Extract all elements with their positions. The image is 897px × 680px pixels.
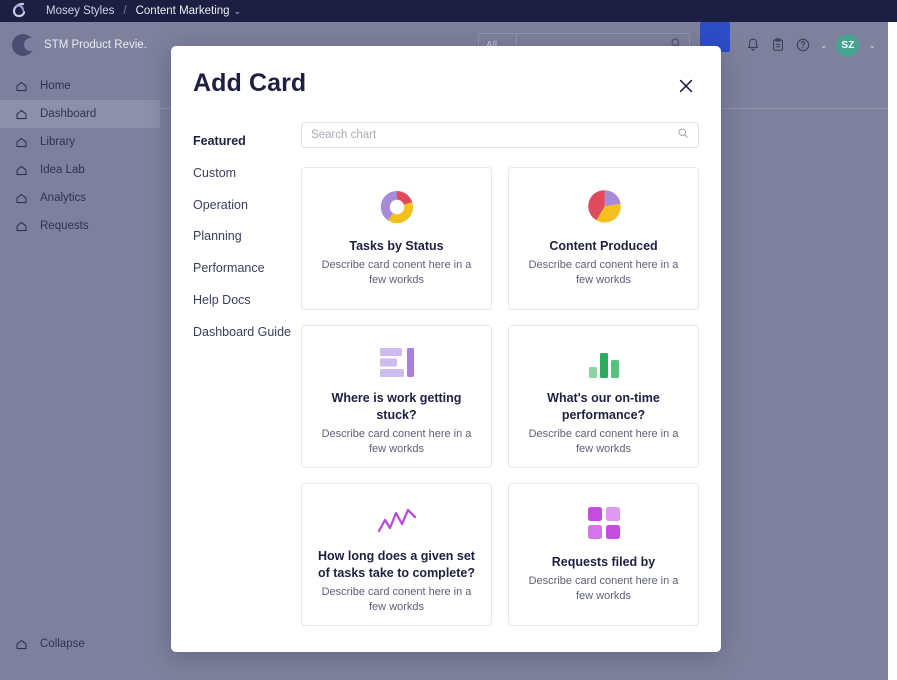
home-icon: [14, 163, 28, 177]
chart-card-description: Describe card conent here in a few workd…: [321, 427, 472, 455]
chart-card-description: Describe card conent here in a few workd…: [321, 258, 472, 287]
home-icon: [14, 637, 28, 651]
chart-card-title: Tasks by Status: [349, 239, 444, 253]
chart-card-grid: Tasks by Status Describe card conent her…: [301, 167, 699, 626]
chart-card-description: Describe card conent here in a few workd…: [528, 258, 679, 287]
chart-card-title: Content Produced: [549, 239, 658, 253]
modal-title: Add Card: [193, 69, 307, 97]
sidebar-item-label: Dashboard: [40, 108, 97, 120]
grid-squares-icon: [585, 498, 623, 548]
category-item-dashboard-guide[interactable]: Dashboard Guide: [193, 317, 301, 349]
category-list: Featured Custom Operation Planning Perfo…: [193, 122, 301, 626]
sidebar-item-home[interactable]: Home: [0, 72, 160, 100]
breadcrumb-current[interactable]: Content Marketing ⌄: [136, 5, 242, 17]
sidebar: STM Product Revie... Home Dashboard Libr…: [0, 22, 160, 680]
breadcrumb-separator: /: [123, 5, 127, 17]
breadcrumb-current-label: Content Marketing: [135, 5, 230, 17]
sidebar-collapse-wrapper: Collapse: [0, 630, 160, 658]
chevron-down-icon[interactable]: ⌄: [868, 40, 876, 51]
chart-card-whats-our-on-time-performance[interactable]: What's our on-time performance? Describe…: [508, 325, 699, 468]
sidebar-item-label: Home: [40, 80, 71, 92]
category-item-performance[interactable]: Performance: [193, 253, 301, 285]
chart-card-content-produced[interactable]: Content Produced Describe card conent he…: [508, 167, 699, 310]
app-root: Mosey Styles / Content Marketing ⌄ STM Pr…: [0, 0, 897, 680]
sidebar-collapse-label: Collapse: [40, 638, 85, 650]
link-logo-icon[interactable]: [0, 0, 40, 22]
sidebar-item-label: Library: [40, 136, 76, 148]
clipboard-icon[interactable]: [770, 37, 786, 53]
bell-icon[interactable]: [745, 37, 761, 53]
home-icon: [14, 219, 28, 233]
chart-card-where-is-work-getting-stuck[interactable]: Where is work getting stuck? Describe ca…: [301, 325, 492, 468]
chart-panel: Tasks by Status Describe card conent her…: [301, 122, 699, 626]
horizontal-bar-chart-icon: [376, 340, 418, 384]
sidebar-item-library[interactable]: Library: [0, 128, 160, 156]
chart-card-how-long-does-a-given-set-of-tasks-take-to-complete[interactable]: How long does a given set of tasks take …: [301, 483, 492, 626]
top-bar: Mosey Styles / Content Marketing ⌄: [0, 0, 897, 22]
chevron-down-icon[interactable]: ⌄: [234, 6, 242, 17]
help-circle-icon[interactable]: [795, 37, 811, 53]
search-icon[interactable]: [677, 126, 689, 144]
chart-card-title: What's our on-time performance?: [547, 390, 660, 422]
sidebar-nav-list: Home Dashboard Library Idea Lab Analytic…: [0, 72, 160, 240]
category-item-planning[interactable]: Planning: [193, 221, 301, 253]
line-chart-icon: [375, 498, 419, 542]
chart-card-title: How long does a given set of tasks take …: [318, 548, 475, 580]
vertical-bar-chart-icon: [584, 340, 624, 384]
category-item-featured[interactable]: Featured: [193, 126, 301, 158]
home-icon: [14, 135, 28, 149]
chart-card-title: Where is work getting stuck?: [331, 390, 462, 422]
workspace-avatar: [12, 34, 34, 56]
sidebar-collapse-button[interactable]: Collapse: [0, 630, 160, 658]
category-item-operation[interactable]: Operation: [193, 190, 301, 222]
sidebar-item-idea-lab[interactable]: Idea Lab: [0, 156, 160, 184]
close-icon[interactable]: [675, 75, 697, 97]
pie-chart-icon: [584, 182, 624, 232]
category-item-help-docs[interactable]: Help Docs: [193, 285, 301, 317]
workspace-name: STM Product Revie...: [44, 39, 148, 51]
home-icon: [14, 107, 28, 121]
chart-card-description: Describe card conent here in a few workd…: [321, 585, 472, 613]
right-edge-panel: [888, 22, 897, 680]
chevron-down-icon[interactable]: ⌄: [820, 40, 828, 51]
sidebar-item-label: Analytics: [40, 192, 87, 204]
modal-body: Featured Custom Operation Planning Perfo…: [171, 98, 721, 626]
category-item-custom[interactable]: Custom: [193, 158, 301, 190]
sidebar-item-requests[interactable]: Requests: [0, 212, 160, 240]
breadcrumb-workspace[interactable]: Mosey Styles: [46, 5, 114, 17]
breadcrumb: Mosey Styles / Content Marketing ⌄: [46, 5, 241, 17]
chart-card-title: Requests filed by: [551, 555, 656, 569]
home-icon: [14, 191, 28, 205]
sidebar-item-label: Requests: [40, 220, 89, 232]
chart-card-description: Describe card conent here in a few workd…: [528, 427, 679, 455]
chart-card-description: Describe card conent here in a few workd…: [528, 574, 679, 603]
donut-chart-icon: [377, 182, 417, 232]
avatar[interactable]: SZ: [836, 33, 860, 57]
chart-card-requests-filed-by[interactable]: Requests filed by Describe card conent h…: [508, 483, 699, 626]
chart-search-box[interactable]: [301, 122, 699, 148]
add-card-modal: Add Card Featured Custom Operation Plann…: [171, 46, 721, 652]
sidebar-item-label: Idea Lab: [40, 164, 85, 176]
chart-search-input[interactable]: [311, 129, 677, 141]
home-icon: [14, 79, 28, 93]
sidebar-item-dashboard[interactable]: Dashboard: [0, 100, 160, 128]
modal-header: Add Card: [171, 46, 721, 98]
sidebar-item-analytics[interactable]: Analytics: [0, 184, 160, 212]
workspace-switcher[interactable]: STM Product Revie...: [0, 22, 160, 70]
chart-card-tasks-by-status[interactable]: Tasks by Status Describe card conent her…: [301, 167, 492, 310]
